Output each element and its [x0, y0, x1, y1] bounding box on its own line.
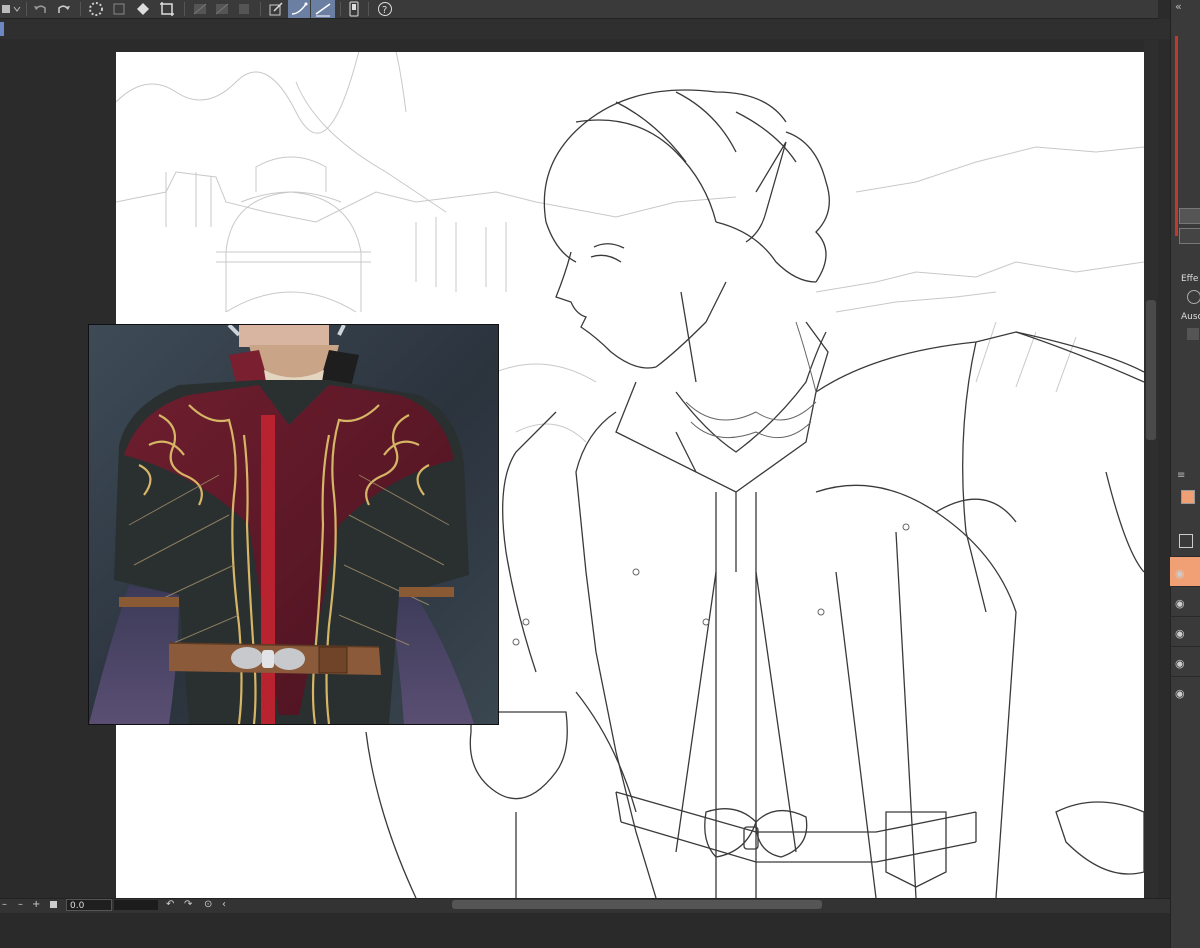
color-slider-indicator[interactable] [1175, 36, 1178, 236]
rotation-slider[interactable] [114, 900, 158, 910]
reset-rotation-icon[interactable]: ⊙ [204, 899, 212, 910]
zoom-field[interactable]: 0.0 [66, 899, 112, 911]
output-label: Ausc [1181, 312, 1200, 322]
zoom-in-icon[interactable]: + [32, 899, 40, 910]
rotate-right-icon[interactable]: ↷ [184, 899, 192, 910]
ruler-snap-icon[interactable] [212, 0, 232, 18]
loading-icon[interactable] [86, 0, 106, 18]
help-icon[interactable]: ? [374, 0, 396, 18]
top-toolbar: ? [0, 0, 1158, 19]
visibility-eye-icon[interactable]: ◉ [1175, 627, 1185, 640]
effect-radio-icon[interactable] [1187, 290, 1200, 304]
layer-row-active[interactable]: ◉ [1170, 556, 1200, 587]
bottom-strip [0, 913, 1200, 948]
flip-icon[interactable]: ‹ [222, 899, 226, 910]
snap-icon[interactable] [234, 0, 254, 18]
tab-indicator[interactable] [0, 22, 4, 36]
horizontal-scroll-thumb[interactable] [452, 900, 822, 909]
fill-icon[interactable] [132, 0, 154, 18]
undo-icon[interactable] [30, 0, 50, 18]
visibility-eye-icon[interactable]: ◉ [1175, 567, 1185, 580]
visibility-eye-icon[interactable]: ◉ [1175, 597, 1185, 610]
visibility-eye-icon[interactable]: ◉ [1175, 687, 1185, 700]
layer-row[interactable]: ◉ [1170, 676, 1200, 707]
rotate-left-icon[interactable]: ↶ [166, 899, 174, 910]
layer-settings-icon[interactable] [1179, 534, 1193, 548]
reference-image[interactable] [88, 324, 499, 725]
zoom-out-icon[interactable]: – [2, 899, 7, 910]
color-swatch-icon[interactable] [1179, 208, 1200, 224]
svg-text:?: ? [382, 5, 387, 16]
transform-icon[interactable] [110, 0, 128, 18]
device-icon[interactable] [345, 0, 363, 18]
visibility-eye-icon[interactable]: ◉ [1175, 657, 1185, 670]
line-snap-icon[interactable] [311, 0, 335, 18]
menu-icon[interactable]: ≡ [1177, 470, 1185, 481]
layer-row[interactable]: ◉ [1170, 646, 1200, 677]
redo-icon[interactable] [54, 0, 74, 18]
tool-property-bar [0, 19, 1170, 39]
effect-label: Effe [1181, 274, 1199, 284]
right-panel: « Effe Ausc ≡ [1170, 0, 1200, 948]
vertical-scrollbar[interactable] [1144, 40, 1158, 898]
zoom-minus-icon[interactable]: – [18, 899, 23, 910]
output-checkbox-icon[interactable] [1187, 328, 1199, 340]
curve-snap-icon[interactable] [288, 0, 310, 18]
collapse-icon[interactable]: « [1175, 0, 1182, 13]
layer-row[interactable]: ◉ [1170, 586, 1200, 617]
layer-color-icon[interactable] [1181, 490, 1195, 504]
edit-line-icon[interactable] [266, 0, 286, 18]
vertical-scroll-thumb[interactable] [1146, 300, 1156, 440]
brush-dropdown-icon[interactable] [0, 0, 22, 18]
fit-icon[interactable] [50, 901, 57, 908]
layer-row[interactable]: ◉ [1170, 616, 1200, 647]
color-swatch-icon[interactable] [1179, 228, 1200, 244]
reference-jacket-render [89, 325, 474, 724]
crop-icon[interactable] [156, 0, 178, 18]
ruler-off-icon[interactable] [190, 0, 210, 18]
